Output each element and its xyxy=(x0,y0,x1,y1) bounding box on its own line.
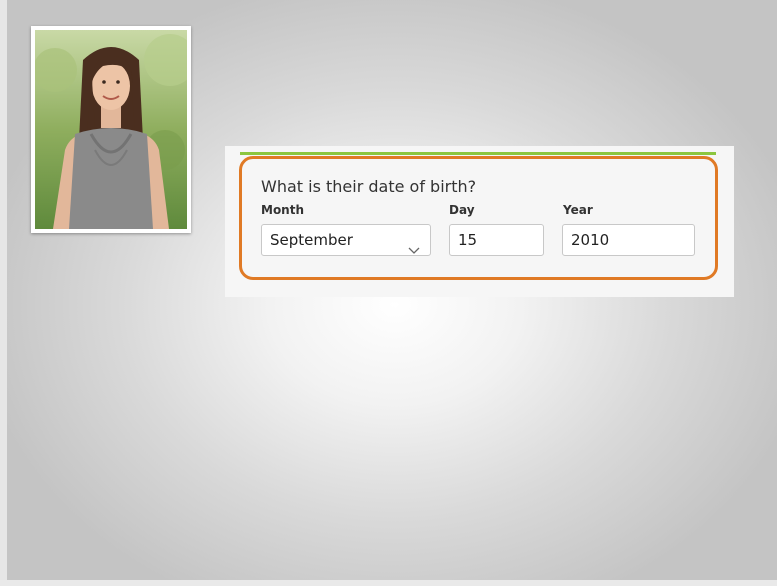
left-edge-strip xyxy=(0,0,7,586)
month-select-value: September xyxy=(270,231,353,249)
year-input[interactable]: 2010 xyxy=(562,224,695,256)
accent-rule xyxy=(240,152,716,155)
highlight-border xyxy=(239,156,718,280)
day-input[interactable]: 15 xyxy=(449,224,544,256)
date-of-birth-panel: What is their date of birth? Month Day Y… xyxy=(225,146,734,297)
year-label: Year xyxy=(563,203,593,217)
question-text: What is their date of birth? xyxy=(261,177,477,196)
bottom-edge-strip xyxy=(0,580,777,586)
chevron-down-icon[interactable] xyxy=(408,235,420,265)
day-label: Day xyxy=(449,203,475,217)
month-select[interactable]: September xyxy=(261,224,431,256)
month-label: Month xyxy=(261,203,305,217)
person-photo xyxy=(31,26,191,233)
person-illustration xyxy=(35,30,187,229)
